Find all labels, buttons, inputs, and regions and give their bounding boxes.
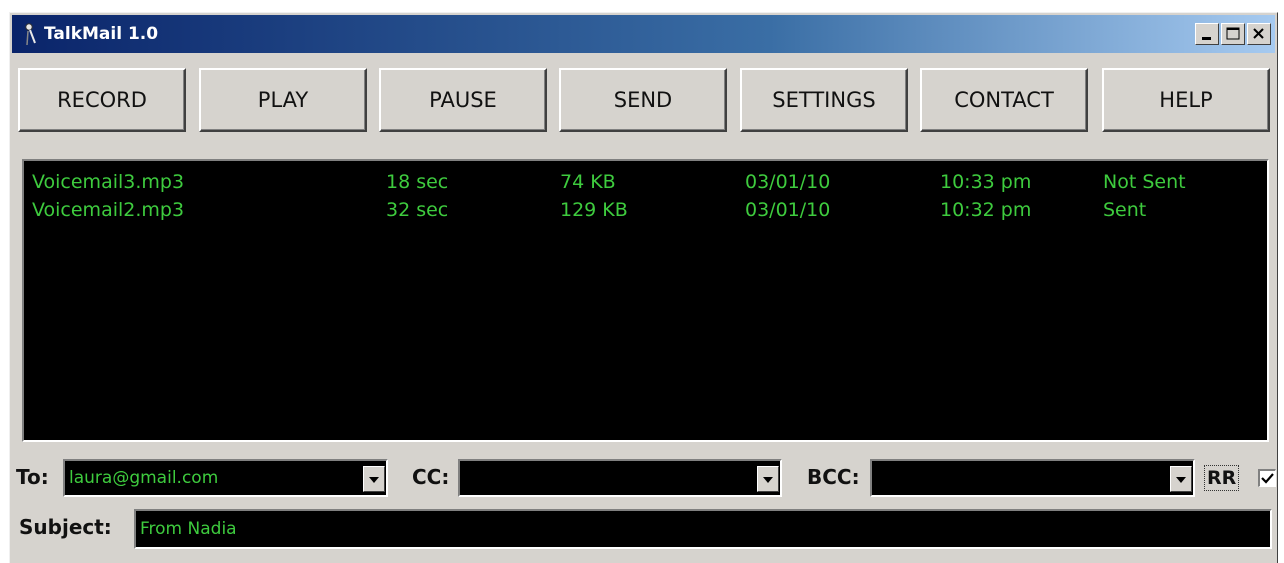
send-status: Not Sent <box>1103 171 1186 193</box>
play-button[interactable]: PLAY <box>199 68 367 132</box>
minimize-button[interactable] <box>1195 23 1219 45</box>
cc-dropdown-button[interactable] <box>757 466 779 492</box>
chevron-down-icon <box>369 477 379 483</box>
list-item[interactable]: Voicemail2.mp3 32 sec 129 KB 03/01/10 10… <box>24 199 1267 227</box>
talkmail-window: TalkMail 1.0 RECORD PLAY PAUSE SEND SETT… <box>9 12 1278 563</box>
read-receipt-label[interactable]: RR <box>1204 465 1240 491</box>
list-item[interactable]: Voicemail3.mp3 18 sec 74 KB 03/01/10 10:… <box>24 171 1267 199</box>
bcc-dropdown-button[interactable] <box>1170 466 1192 492</box>
to-dropdown-button[interactable] <box>363 466 385 492</box>
contact-button[interactable]: CONTACT <box>920 68 1088 132</box>
pause-button[interactable]: PAUSE <box>379 68 547 132</box>
send-status: Sent <box>1103 199 1147 221</box>
cc-label: CC: <box>412 465 450 489</box>
minimize-icon <box>1202 37 1211 40</box>
subject-input[interactable]: From Nadia <box>134 509 1272 549</box>
file-size: 74 KB <box>560 171 616 193</box>
date: 03/01/10 <box>745 171 831 193</box>
maximize-icon <box>1226 27 1240 40</box>
file-name: Voicemail3.mp3 <box>32 171 185 193</box>
to-value: laura@gmail.com <box>69 468 219 488</box>
window-controls <box>1195 23 1271 45</box>
date: 03/01/10 <box>745 199 831 221</box>
record-button[interactable]: RECORD <box>18 68 186 132</box>
subject-value: From Nadia <box>140 519 237 539</box>
close-icon <box>1253 28 1264 39</box>
maximize-button[interactable] <box>1221 23 1245 45</box>
send-button[interactable]: SEND <box>559 68 727 132</box>
title-bar[interactable]: TalkMail 1.0 <box>12 15 1275 53</box>
chevron-down-icon <box>1176 477 1186 483</box>
bcc-combobox[interactable] <box>870 459 1195 497</box>
duration: 18 sec <box>386 171 449 193</box>
file-name: Voicemail2.mp3 <box>32 199 185 221</box>
help-button[interactable]: HELP <box>1102 68 1270 132</box>
subject-label: Subject: <box>19 515 112 539</box>
checkmark-icon <box>1261 473 1274 484</box>
duration: 32 sec <box>386 199 449 221</box>
bcc-label: BCC: <box>807 465 860 489</box>
read-receipt-checkbox[interactable] <box>1258 469 1276 487</box>
to-combobox[interactable]: laura@gmail.com <box>63 459 388 497</box>
voicemail-list[interactable]: Voicemail3.mp3 18 sec 74 KB 03/01/10 10:… <box>22 159 1269 442</box>
microphone-icon <box>25 23 36 46</box>
time: 10:33 pm <box>940 171 1032 193</box>
file-size: 129 KB <box>560 199 628 221</box>
window-title: TalkMail 1.0 <box>44 24 159 44</box>
time: 10:32 pm <box>940 199 1032 221</box>
close-button[interactable] <box>1247 23 1271 45</box>
chevron-down-icon <box>763 477 773 483</box>
settings-button[interactable]: SETTINGS <box>740 68 908 132</box>
cc-combobox[interactable] <box>458 459 782 497</box>
to-label: To: <box>16 465 49 489</box>
